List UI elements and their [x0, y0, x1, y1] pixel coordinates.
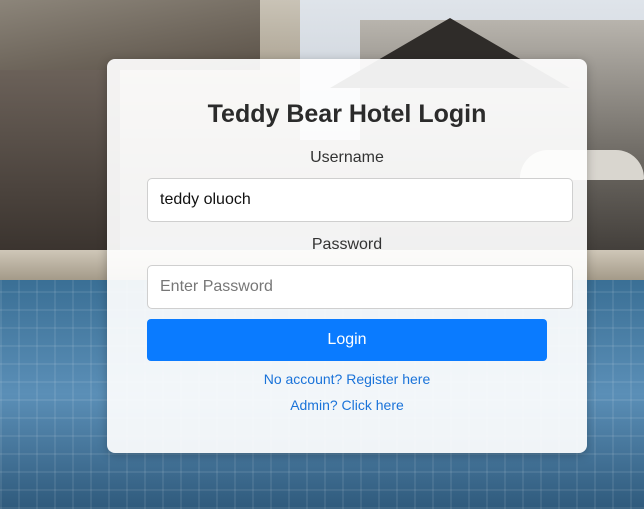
background-terrace: [0, 70, 120, 250]
login-card: Teddy Bear Hotel Login Username Password…: [107, 59, 587, 453]
register-link[interactable]: No account? Register here: [107, 371, 587, 387]
username-input[interactable]: [147, 178, 573, 222]
password-label: Password: [311, 236, 383, 253]
login-title: Teddy Bear Hotel Login: [207, 100, 487, 128]
login-button[interactable]: Login: [147, 319, 547, 361]
username-label: Username: [310, 149, 384, 166]
password-input[interactable]: [147, 265, 573, 309]
admin-link[interactable]: Admin? Click here: [107, 397, 587, 413]
